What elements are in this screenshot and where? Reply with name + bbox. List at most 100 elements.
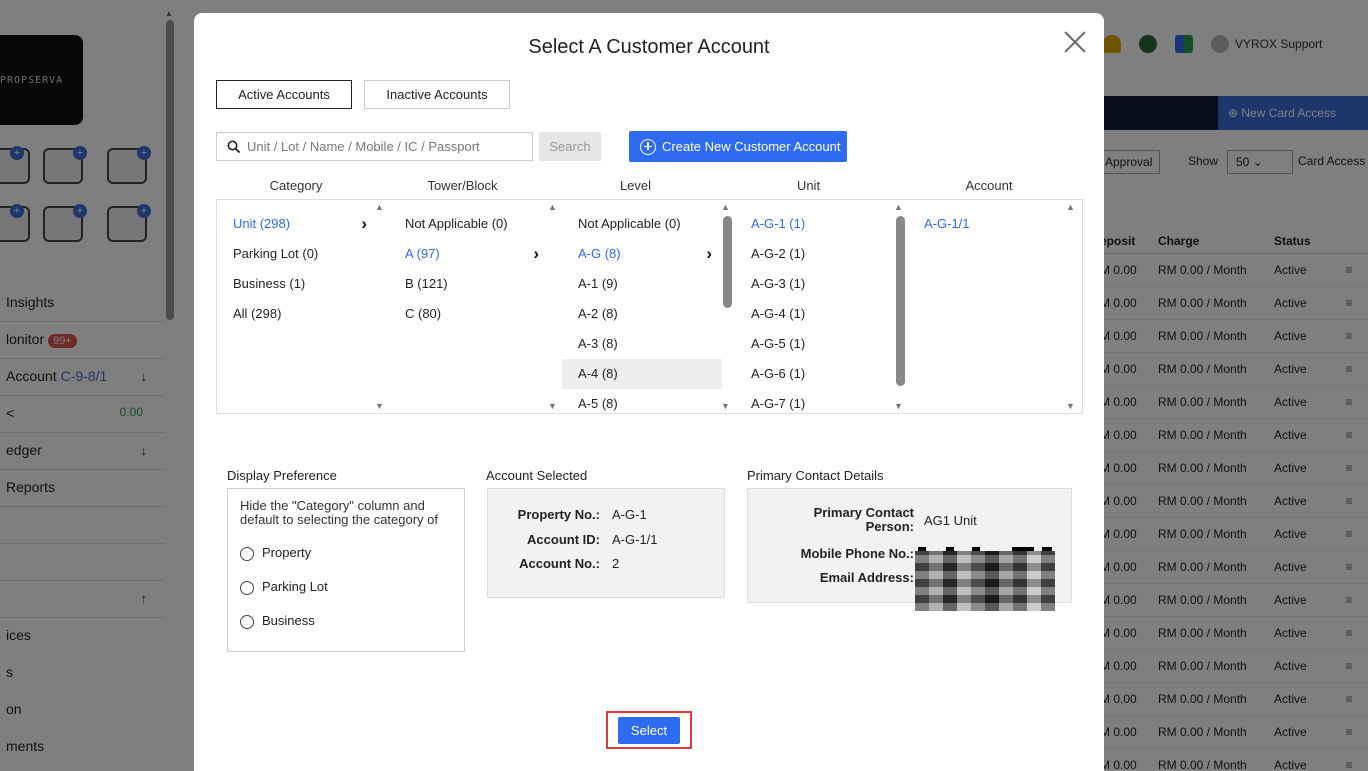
tower-option[interactable]: Not Applicable (0) — [389, 209, 549, 239]
scroll-down-icon[interactable]: ▼ — [375, 401, 384, 411]
tower-option[interactable]: C (80) — [389, 299, 549, 329]
tower-option-label: B (121) — [405, 276, 448, 291]
radio-circle-icon[interactable] — [240, 547, 254, 561]
level-option-label: Not Applicable (0) — [578, 216, 681, 231]
radio-parking-lot[interactable]: Parking Lot — [240, 578, 452, 595]
radio-business[interactable]: Business — [240, 612, 452, 629]
column-header-tower: Tower/Block — [427, 178, 498, 193]
email-address-label: Email Address: — [819, 570, 914, 585]
category-option[interactable]: All (298) — [217, 299, 377, 329]
level-option[interactable]: A-2 (8) — [562, 299, 722, 329]
contact-person-value: AG1 Unit — [924, 513, 977, 528]
category-option[interactable]: Unit (298) › — [217, 209, 377, 239]
unit-option[interactable]: A-G-2 (1) — [735, 239, 895, 269]
unit-option[interactable]: A-G-5 (1) — [735, 329, 895, 359]
tower-option-label: Not Applicable (0) — [405, 216, 508, 231]
level-option-label: A-G (8) — [578, 246, 621, 261]
unit-option-label: A-G-4 (1) — [751, 306, 806, 321]
category-option[interactable]: Business (1) — [217, 269, 377, 299]
account-list: A-G-1/1 — [908, 209, 1068, 413]
level-option-label: A-1 (9) — [578, 276, 618, 291]
account-picker: Unit (298) › Parking Lot (0) Business (1) Al… — [216, 199, 1083, 414]
chevron-right-icon: › — [361, 214, 367, 233]
redacted-contact-info — [915, 551, 1055, 611]
unit-option[interactable]: A-G-6 (1) — [735, 359, 895, 389]
radio-circle-icon[interactable] — [240, 615, 254, 629]
unit-option-label: A-G-3 (1) — [751, 276, 806, 291]
scroll-down-icon[interactable]: ▼ — [1066, 401, 1075, 411]
tab-active-accounts[interactable]: Active Accounts — [216, 80, 352, 109]
level-option[interactable]: A-3 (8) — [562, 329, 722, 359]
display-preference-text: Hide the "Category" column and default t… — [240, 498, 439, 527]
scroll-up-icon[interactable]: ▲ — [1066, 202, 1075, 212]
tower-list: Not Applicable (0) A (97) › B (121) C (80) — [389, 209, 549, 413]
unit-option[interactable]: A-G-1 (1) — [735, 209, 895, 239]
close-icon[interactable] — [1063, 30, 1087, 54]
level-option[interactable]: A-G (8) › — [562, 239, 722, 269]
property-no-value: A-G-1 — [612, 507, 647, 522]
unit-option-label: A-G-5 (1) — [751, 336, 806, 351]
tower-option-label: A (97) — [405, 246, 440, 261]
category-option-label: Parking Lot (0) — [233, 246, 319, 261]
level-scrollbar-thumb[interactable] — [723, 216, 732, 308]
scroll-up-icon[interactable]: ▲ — [375, 202, 384, 212]
tower-option[interactable]: B (121) — [389, 269, 549, 299]
column-header-unit: Unit — [796, 178, 821, 193]
contact-person-label: Primary Contact Person: — [813, 505, 914, 534]
level-option[interactable]: A-4 (8) — [562, 359, 722, 389]
scroll-up-icon[interactable]: ▲ — [721, 202, 730, 212]
primary-contact-label: Primary Contact Details — [747, 468, 884, 483]
radio-label: Property — [262, 545, 312, 560]
level-option[interactable]: A-5 (8) — [562, 389, 722, 413]
unit-list: A-G-1 (1) A-G-2 (1) A-G-3 (1) A-G-4 (1) A-G-… — [735, 209, 895, 413]
account-no-label: Account No.: — [519, 556, 600, 571]
account-option[interactable]: A-G-1/1 — [908, 209, 1068, 239]
radio-label: Business — [262, 613, 315, 628]
radio-circle-icon[interactable] — [240, 581, 254, 595]
unit-option[interactable]: A-G-3 (1) — [735, 269, 895, 299]
create-button-label: Create New Customer Account — [662, 139, 841, 154]
category-option[interactable]: Parking Lot (0) — [217, 239, 377, 269]
modal-title: Select A Customer Account — [528, 36, 770, 58]
search-button[interactable]: Search — [539, 132, 601, 161]
unit-option[interactable]: A-G-7 (1) — [735, 389, 895, 413]
category-list: Unit (298) › Parking Lot (0) Business (1) Al… — [217, 209, 377, 413]
scroll-down-icon[interactable]: ▼ — [548, 401, 557, 411]
scroll-down-icon[interactable]: ▼ — [894, 401, 903, 411]
account-selected-label: Account Selected — [486, 468, 588, 483]
select-button[interactable]: Select — [618, 717, 680, 744]
account-id-value: A-G-1/1 — [612, 532, 658, 547]
scroll-down-icon[interactable]: ▼ — [721, 401, 730, 411]
unit-option-label: A-G-1 (1) — [751, 216, 806, 231]
level-option-label: A-3 (8) — [578, 336, 618, 351]
scroll-up-icon[interactable]: ▲ — [894, 202, 903, 212]
account-selected-box: Property No.: A-G-1 Account ID: A-G-1/1 … — [487, 488, 725, 598]
tab-inactive-accounts[interactable]: Inactive Accounts — [364, 80, 510, 109]
radio-label: Parking Lot — [262, 579, 328, 594]
level-option-label: A-5 (8) — [578, 396, 618, 411]
unit-scrollbar-thumb[interactable] — [896, 216, 905, 386]
level-option[interactable]: Not Applicable (0) — [562, 209, 722, 239]
level-list: Not Applicable (0) A-G (8) › A-1 (9) A-2 (8)… — [562, 209, 722, 413]
search-input[interactable] — [247, 139, 527, 154]
create-new-customer-account-button[interactable]: Create New Customer Account — [629, 131, 847, 162]
column-header-level: Level — [619, 178, 652, 193]
unit-option[interactable]: A-G-4 (1) — [735, 299, 895, 329]
tower-option-label: C (80) — [405, 306, 442, 321]
account-option-label: A-G-1/1 — [924, 216, 970, 231]
account-id-label: Account ID: — [527, 532, 600, 547]
category-option-label: Unit (298) — [233, 216, 291, 231]
radio-property[interactable]: Property — [240, 544, 452, 561]
column-header-category: Category — [269, 178, 323, 193]
search-icon — [227, 140, 241, 153]
mobile-phone-label: Mobile Phone No.: — [800, 546, 914, 561]
scroll-up-icon[interactable]: ▲ — [548, 202, 557, 212]
category-option-label: Business (1) — [233, 276, 306, 291]
level-option[interactable]: A-1 (9) — [562, 269, 722, 299]
tower-option[interactable]: A (97) › — [389, 239, 549, 269]
unit-option-label: A-G-7 (1) — [751, 396, 806, 411]
property-no-label: Property No.: — [517, 507, 600, 522]
search-field[interactable] — [216, 132, 533, 161]
level-option-label: A-4 (8) — [578, 366, 618, 381]
add-circle-icon — [640, 138, 656, 155]
